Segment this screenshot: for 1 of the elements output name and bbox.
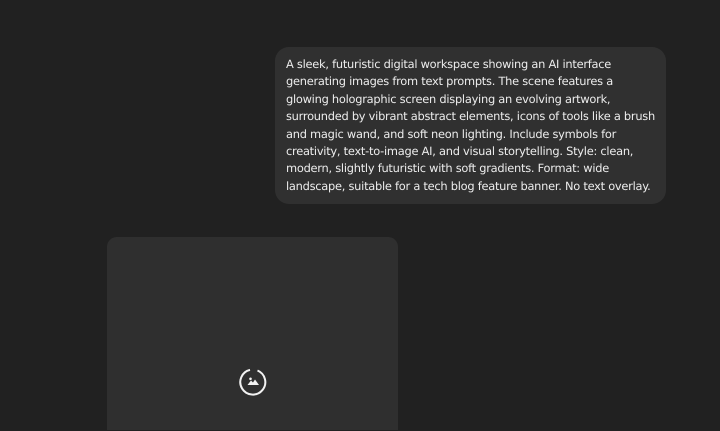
user-message: A sleek, futuristic digital workspace showing an AI interface generating images from text prompts. The scene features a glowing holographic screen displaying an evolving artwork, surrounded by vibrant abstract elements, icons of tools like a brush and magic wand, and soft neon lighting. Include symbols for creativity, text-to-image AI, and visual storytelling. Style: clean, modern, slightly futuristic with soft gradients. Format: wide landscape, suitable for a tech blog feature banner. No text overlay. [275,47,666,204]
